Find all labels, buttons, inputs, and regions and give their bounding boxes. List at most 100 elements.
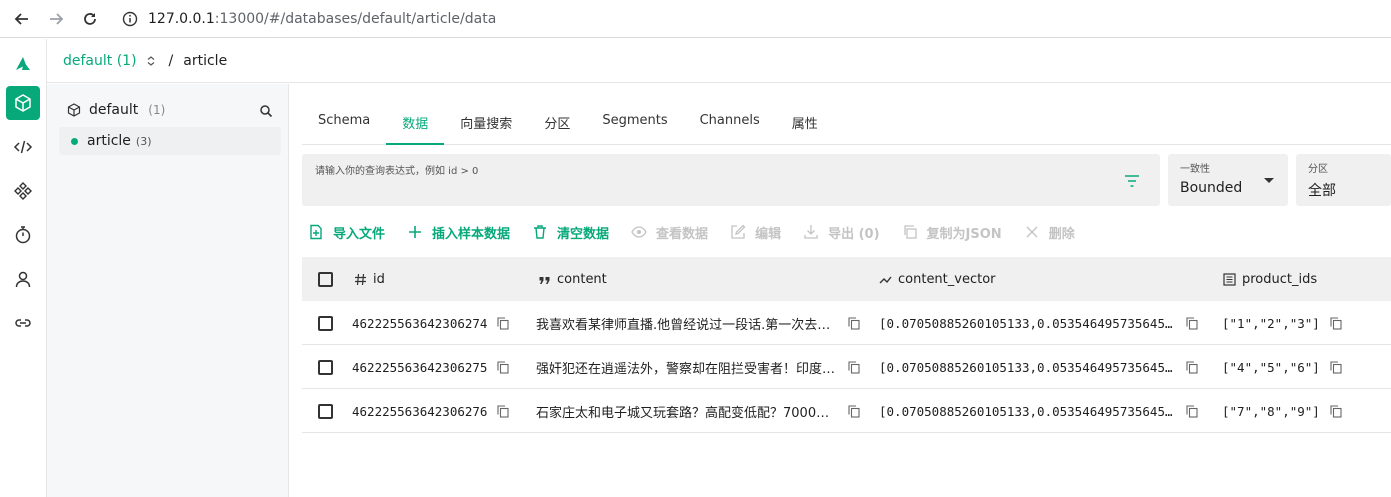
table-row[interactable]: 462225563642306276 石家庄太和电子城又玩套路？高配变低配？70… xyxy=(302,389,1391,433)
import-file-button[interactable]: 导入文件 xyxy=(308,223,385,242)
tab-vector-search[interactable]: 向量搜索 xyxy=(444,97,528,145)
id-value: 462225563642306274 xyxy=(352,315,488,331)
insert-sample-button[interactable]: 插入样本数据 xyxy=(407,223,510,242)
copy-icon[interactable] xyxy=(497,360,510,374)
query-input[interactable]: 请输入你的查询表达式，例如 id > 0 xyxy=(302,154,1160,206)
breadcrumb-collection: article xyxy=(183,52,228,69)
tab-schema[interactable]: Schema xyxy=(302,97,386,145)
user-icon xyxy=(15,271,31,288)
chevron-updown-icon[interactable] xyxy=(145,55,157,67)
product-ids-cell: ["1","2","3"] xyxy=(1222,301,1382,345)
database-tree: default (1) article (3) xyxy=(47,84,289,497)
vector-cell: [0.07050885260105133,0.05354649573564529… xyxy=(879,301,1204,345)
rail-timer[interactable] xyxy=(6,218,40,252)
rail-code[interactable] xyxy=(6,130,40,164)
url-path: :13000/#/databases/default/article/data xyxy=(214,10,497,27)
product-ids-cell: ["7","8","9"] xyxy=(1222,389,1382,433)
id-value: 462225563642306276 xyxy=(352,403,488,419)
vector-value: [0.07050885260105133,0.05354649573564529… xyxy=(879,315,1176,331)
copy-icon[interactable] xyxy=(848,404,860,418)
quote-icon xyxy=(539,276,550,284)
row-checkbox[interactable] xyxy=(318,315,333,331)
clear-data-button[interactable]: 清空数据 xyxy=(532,223,609,242)
content-value: 强奸犯还在逍遥法外，警察却在阻拦受害者！印度女孩遭性侵后 xyxy=(536,361,838,377)
search-icon[interactable] xyxy=(259,104,273,118)
partition-label: 分区 xyxy=(1308,164,1328,175)
clear-data-label: 清空数据 xyxy=(557,226,610,242)
export-button[interactable]: 导出 (0) xyxy=(803,223,880,242)
column-label: content_vector xyxy=(898,271,996,287)
info-icon[interactable] xyxy=(122,11,138,27)
copy-icon[interactable] xyxy=(1330,316,1342,330)
tree-item-count: (3) xyxy=(135,134,152,148)
nodes-icon xyxy=(14,182,32,200)
edit-button[interactable]: 编辑 xyxy=(730,223,781,242)
tree-item-article[interactable]: article (3) xyxy=(59,127,281,155)
copy-icon[interactable] xyxy=(1186,316,1198,330)
left-nav-rail xyxy=(0,39,47,497)
edit-icon xyxy=(731,224,746,239)
code-icon xyxy=(13,140,33,154)
back-button[interactable] xyxy=(10,7,34,31)
row-checkbox-cell[interactable] xyxy=(318,301,333,345)
column-header-content[interactable]: content xyxy=(538,257,607,301)
row-checkbox[interactable] xyxy=(318,359,333,375)
rail-link[interactable] xyxy=(6,306,40,340)
delete-button[interactable]: 删除 xyxy=(1024,223,1075,242)
rail-system[interactable] xyxy=(6,174,40,208)
address-bar[interactable]: 127.0.0.1:13000/#/databases/default/arti… xyxy=(122,11,496,27)
table-row[interactable]: 462225563642306275 强奸犯还在逍遥法外，警察却在阻拦受害者！印… xyxy=(302,345,1391,389)
consistency-select[interactable]: 一致性 Bounded xyxy=(1168,154,1288,206)
rail-databases[interactable] xyxy=(6,86,40,120)
edit-label: 编辑 xyxy=(755,226,782,242)
tab-partitions[interactable]: 分区 xyxy=(528,97,586,145)
table-row[interactable]: 462225563642306274 我喜欢看某律师直播.他曾经说过一段话.第一… xyxy=(302,301,1391,345)
caret-down-icon xyxy=(1264,178,1274,183)
copy-icon[interactable] xyxy=(1330,360,1342,374)
vector-value: [0.07050885260105133,0.05354649573564529… xyxy=(879,359,1176,375)
row-checkbox[interactable] xyxy=(318,403,333,419)
content-cell: 强奸犯还在逍遥法外，警察却在阻拦受害者！印度女孩遭性侵后 xyxy=(536,345,861,389)
filter-icon[interactable] xyxy=(1124,174,1140,188)
trend-line-icon xyxy=(879,276,892,283)
arrow-left-icon xyxy=(14,12,28,25)
content-cell: 我喜欢看某律师直播.他曾经说过一段话.第一次去看守所会见当事人 xyxy=(536,301,861,345)
copy-json-button[interactable]: 复制为JSON xyxy=(902,223,1002,242)
copy-icon[interactable] xyxy=(848,316,860,330)
copy-icon[interactable] xyxy=(1186,360,1198,374)
app-logo[interactable] xyxy=(6,47,40,81)
copy-icon[interactable] xyxy=(497,316,510,330)
view-data-label: 查看数据 xyxy=(656,226,709,242)
column-label: product_ids xyxy=(1242,271,1318,287)
tab-channels[interactable]: Channels xyxy=(684,97,776,145)
eye-icon xyxy=(631,226,647,238)
tree-database-node[interactable]: default (1) xyxy=(67,102,165,118)
tab-properties[interactable]: 属性 xyxy=(776,97,834,145)
column-label: content xyxy=(557,271,607,287)
breadcrumb-database[interactable]: default (1) xyxy=(63,53,137,69)
copy-icon[interactable] xyxy=(848,360,860,374)
select-all-checkbox-cell[interactable] xyxy=(318,257,333,301)
content-value: 石家庄太和电子城又玩套路？高配变低配？7000多元的电脑 xyxy=(536,405,838,421)
row-checkbox-cell[interactable] xyxy=(318,345,333,389)
column-header-product-ids[interactable]: product_ids xyxy=(1223,257,1317,301)
column-header-id[interactable]: id xyxy=(354,257,385,301)
vector-cell: [0.07050885260105133,0.05354649573564529… xyxy=(879,389,1204,433)
id-cell: 462225563642306274 xyxy=(352,301,532,345)
tab-data[interactable]: 数据 xyxy=(386,97,445,145)
column-header-content-vector[interactable]: content_vector xyxy=(879,257,996,301)
copy-icon[interactable] xyxy=(1330,404,1342,418)
copy-icon[interactable] xyxy=(497,404,510,418)
tab-segments[interactable]: Segments xyxy=(586,97,683,145)
partition-select[interactable]: 分区 全部 xyxy=(1296,154,1391,206)
select-all-checkbox[interactable] xyxy=(318,271,333,287)
row-checkbox-cell[interactable] xyxy=(318,389,333,433)
vector-value: [0.07050885260105133,0.05354649573564529… xyxy=(879,403,1176,419)
rail-user[interactable] xyxy=(6,262,40,296)
copy-icon[interactable] xyxy=(1186,404,1198,418)
copy-json-label: 复制为JSON xyxy=(926,226,1002,242)
export-label: 导出 (0) xyxy=(828,226,880,242)
forward-button[interactable] xyxy=(44,7,68,31)
reload-button[interactable] xyxy=(78,7,102,31)
view-data-button[interactable]: 查看数据 xyxy=(631,223,708,242)
